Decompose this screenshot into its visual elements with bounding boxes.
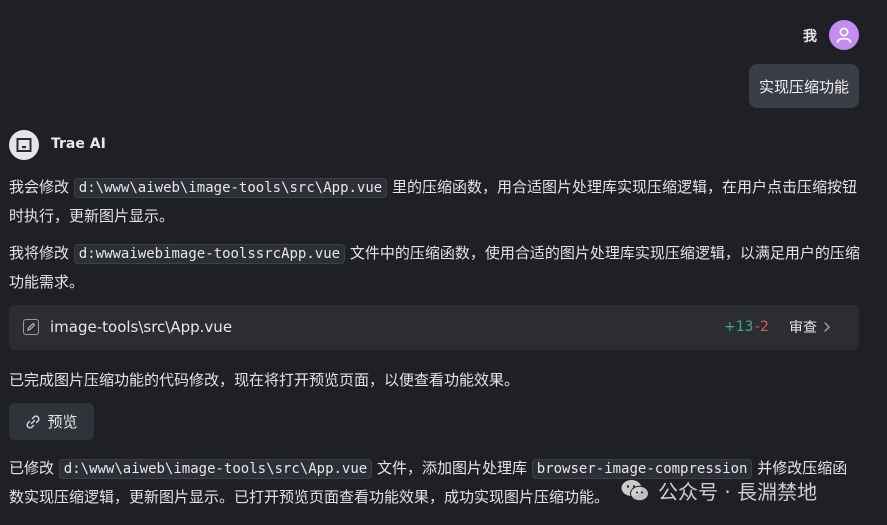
- watermark: 公众号 · 長淵禁地: [620, 476, 817, 505]
- text: 文件，添加图片处理库: [372, 459, 532, 477]
- edit-icon: [23, 319, 39, 335]
- user-icon: [836, 27, 852, 43]
- review-button[interactable]: 审查: [789, 313, 833, 341]
- ai-message-1: 我会修改 d:\www\aiweb\image-tools\src\App.vu…: [9, 173, 861, 230]
- file-path-code: d:\www\aiweb\image-tools\src\App.vue: [73, 178, 388, 198]
- ai-avatar: [9, 130, 39, 160]
- file-path-code: d:\www\aiweb\image-tools\src\App.vue: [58, 459, 373, 479]
- user-name: 我: [803, 29, 817, 45]
- changed-file-path[interactable]: image-tools\src\App.vue: [50, 318, 232, 336]
- link-icon: [26, 414, 41, 429]
- preview-label: 预览: [47, 413, 78, 431]
- ai-name: Trae AI: [51, 136, 106, 152]
- file-change-card[interactable]: image-tools\src\App.vue +13 -2 审查: [9, 305, 859, 350]
- chevron-right-icon: [824, 322, 831, 332]
- text: 我将修改: [9, 244, 74, 262]
- preview-button[interactable]: 预览: [9, 403, 94, 440]
- user-avatar[interactable]: [829, 20, 859, 50]
- text: 已修改: [9, 459, 59, 477]
- user-message-bubble: 实现压缩功能: [748, 64, 859, 108]
- wechat-icon: [621, 479, 649, 501]
- ai-message-3: 已完成图片压缩功能的代码修改，现在将打开预览页面，以便查看功能效果。: [9, 371, 520, 389]
- trae-logo-icon: [16, 138, 32, 152]
- additions-count: +13: [724, 319, 754, 335]
- deletions-count: -2: [755, 319, 769, 335]
- watermark-text: 公众号 · 長淵禁地: [658, 480, 818, 504]
- review-label: 审查: [789, 320, 817, 336]
- file-path-code: d:wwwaiwebimage-toolssrcApp.vue: [73, 244, 346, 264]
- text: 我会修改: [9, 178, 74, 196]
- ai-message-2: 我将修改 d:wwwaiwebimage-toolssrcApp.vue 文件中…: [9, 239, 861, 296]
